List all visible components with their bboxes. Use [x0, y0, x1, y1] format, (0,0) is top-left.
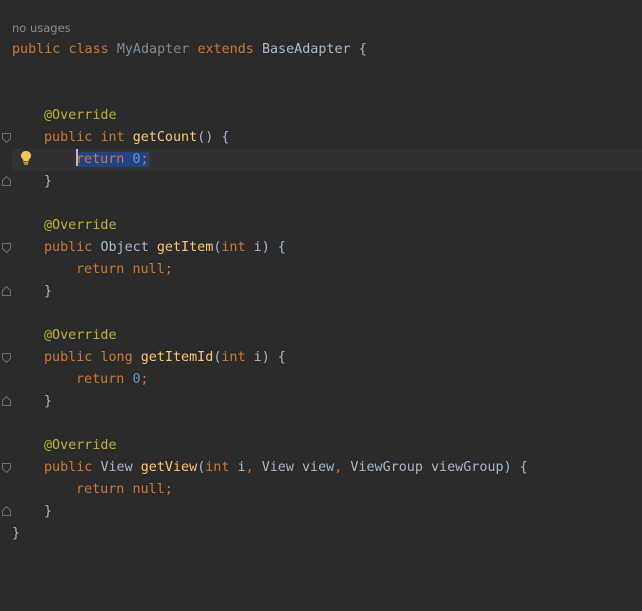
fold-marker-icon[interactable] — [2, 353, 11, 363]
method-body-line[interactable]: return 0; — [76, 149, 149, 171]
annotation: @Override — [44, 438, 117, 453]
fold-marker-icon[interactable] — [2, 463, 11, 473]
param-type: ViewGroup — [350, 460, 423, 475]
parent-class-name: BaseAdapter — [261, 42, 351, 57]
null-literal: null — [132, 262, 165, 277]
keyword: extends — [197, 42, 254, 57]
method-body-line[interactable]: return 0; — [76, 369, 149, 391]
method-signature-line[interactable]: public Object getItem(int i) { — [44, 237, 286, 259]
semicolon: ; — [164, 262, 173, 277]
method-signature-line[interactable]: public int getCount() { — [44, 127, 229, 149]
method-name: getCount — [132, 130, 198, 145]
editor-gutter[interactable] — [0, 0, 12, 611]
text-selection[interactable]: return 0; — [76, 149, 149, 167]
annotation-line[interactable]: @Override — [44, 215, 117, 237]
return-type: View — [100, 460, 133, 475]
method-name: getItemId — [140, 350, 214, 365]
annotation-line[interactable]: @Override — [44, 105, 117, 127]
semicolon: ; — [164, 482, 173, 497]
keyword: public — [44, 460, 93, 475]
param-type: int — [221, 350, 246, 365]
lightbulb-icon[interactable] — [20, 150, 32, 166]
brace: } — [44, 504, 53, 519]
param-name: viewGroup — [431, 460, 504, 475]
annotation: @Override — [44, 328, 117, 343]
keyword: public — [44, 130, 93, 145]
method-name: getItem — [156, 240, 214, 255]
param-type: View — [261, 460, 294, 475]
keyword: return — [76, 372, 125, 387]
paren-brace: ) { — [205, 130, 230, 145]
annotation-line[interactable]: @Override — [44, 325, 117, 347]
keyword: public — [12, 42, 61, 57]
null-literal: null — [132, 482, 165, 497]
fold-marker-icon[interactable] — [2, 243, 11, 253]
param-name: i — [253, 350, 262, 365]
number-literal: 0 — [132, 152, 141, 167]
brace: } — [44, 174, 53, 189]
annotation: @Override — [44, 108, 117, 123]
keyword: return — [76, 482, 125, 497]
code-editor[interactable]: no usages public class MyAdapter extends… — [0, 0, 642, 611]
keyword: class — [68, 42, 109, 57]
method-close-line[interactable]: } — [44, 281, 52, 303]
return-type: Object — [100, 240, 149, 255]
class-name: MyAdapter — [116, 42, 190, 57]
brace: { — [358, 42, 367, 57]
class-close-line[interactable]: } — [12, 523, 20, 545]
fold-marker-icon[interactable] — [2, 506, 11, 516]
keyword: public — [44, 240, 93, 255]
semicolon: ; — [140, 372, 149, 387]
fold-marker-icon[interactable] — [2, 133, 11, 143]
number-literal: 0 — [132, 372, 141, 387]
return-type: int — [100, 130, 125, 145]
method-close-line[interactable]: } — [44, 501, 52, 523]
keyword: return — [76, 152, 125, 167]
method-name: getView — [140, 460, 198, 475]
keyword: public — [44, 350, 93, 365]
param-type: int — [205, 460, 230, 475]
brace: } — [44, 394, 53, 409]
annotation: @Override — [44, 218, 117, 233]
method-signature-line[interactable]: public long getItemId(int i) { — [44, 347, 286, 369]
brace: } — [44, 284, 53, 299]
brace: } — [12, 526, 21, 541]
method-signature-line[interactable]: public View getView(int i, View view, Vi… — [44, 457, 528, 479]
fold-marker-icon[interactable] — [2, 396, 11, 406]
return-type: long — [100, 350, 133, 365]
param-name: view — [302, 460, 335, 475]
method-close-line[interactable]: } — [44, 171, 52, 193]
method-close-line[interactable]: } — [44, 391, 52, 413]
semicolon: ; — [140, 152, 149, 167]
keyword: return — [76, 262, 125, 277]
param-name: i — [253, 240, 262, 255]
annotation-line[interactable]: @Override — [44, 435, 117, 457]
fold-marker-icon[interactable] — [2, 176, 11, 186]
method-body-line[interactable]: return null; — [76, 479, 173, 501]
method-body-line[interactable]: return null; — [76, 259, 173, 281]
param-type: int — [221, 240, 246, 255]
class-declaration-line[interactable]: public class MyAdapter extends BaseAdapt… — [12, 39, 367, 61]
param-name: i — [237, 460, 246, 475]
usages-hint[interactable]: no usages — [12, 21, 71, 35]
fold-marker-icon[interactable] — [2, 286, 11, 296]
